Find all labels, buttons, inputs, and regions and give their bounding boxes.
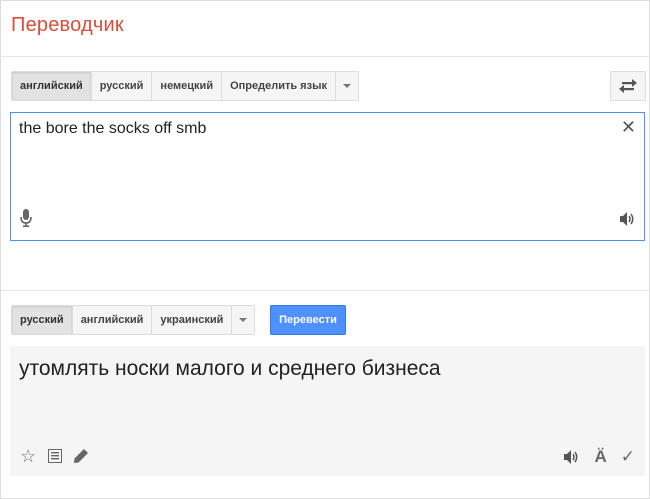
close-icon[interactable]: ✕ <box>621 118 636 136</box>
translation-result-area: утомлять носки малого и среднего бизнеса… <box>10 346 645 476</box>
target-language-tabs: русский английский украинский <box>11 305 256 335</box>
source-language-dropdown[interactable] <box>335 72 358 100</box>
chevron-down-icon <box>239 318 248 323</box>
speaker-icon[interactable] <box>564 449 580 464</box>
swap-languages-icon <box>619 79 637 93</box>
chevron-down-icon <box>342 84 351 89</box>
list-icon[interactable] <box>48 449 63 463</box>
result-tools-left: ☆ <box>20 447 89 465</box>
speaker-icon[interactable] <box>620 212 636 231</box>
source-tab-detect-language[interactable]: Определить язык <box>222 72 336 100</box>
translation-result-text: утомлять носки малого и среднего бизнеса <box>19 357 441 380</box>
header-bar: Переводчик <box>0 0 650 57</box>
swap-languages-button[interactable] <box>610 71 646 101</box>
source-tab-english[interactable]: английский <box>12 72 92 100</box>
target-tab-russian[interactable]: русский <box>12 306 73 334</box>
pencil-icon[interactable] <box>74 449 89 463</box>
result-tools-right: Ä ✓ <box>564 448 635 465</box>
star-icon[interactable]: ☆ <box>20 447 36 465</box>
section-divider <box>0 290 650 291</box>
romanization-icon[interactable]: Ä <box>594 448 606 465</box>
source-tab-russian[interactable]: русский <box>91 72 153 100</box>
microphone-icon[interactable] <box>20 209 32 232</box>
translate-button[interactable]: Перевести <box>270 305 346 335</box>
target-language-dropdown[interactable] <box>232 306 255 334</box>
source-tab-german[interactable]: немецкий <box>152 72 223 100</box>
source-text-area[interactable]: the bore the socks off smb ✕ <box>10 112 645 241</box>
source-language-tabs: английский русский немецкий Определить я… <box>11 71 359 101</box>
app-title: Переводчик <box>11 14 124 36</box>
target-tab-ukrainian[interactable]: украинский <box>152 306 233 334</box>
target-tab-english[interactable]: английский <box>72 306 153 334</box>
check-icon[interactable]: ✓ <box>621 448 635 465</box>
source-text[interactable]: the bore the socks off smb <box>19 120 206 138</box>
